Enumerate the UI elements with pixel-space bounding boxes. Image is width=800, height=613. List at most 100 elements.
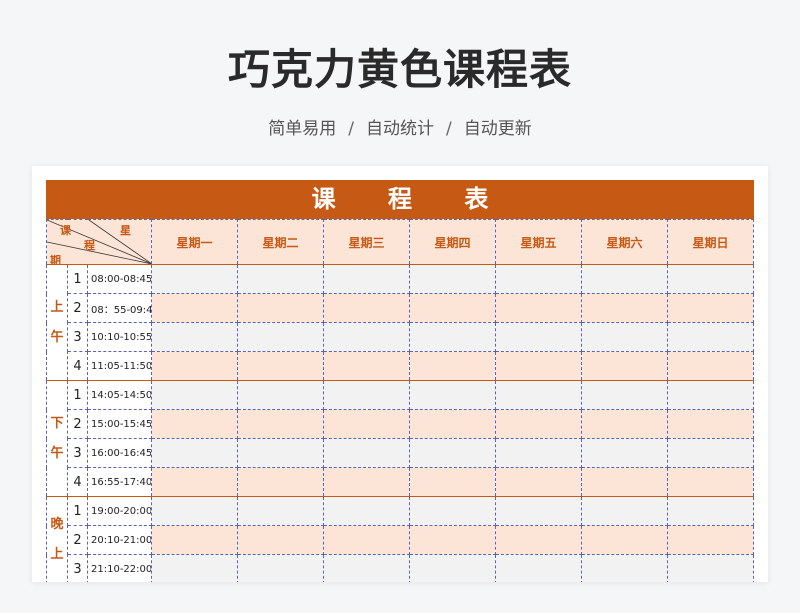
schedule-cell[interactable] (409, 438, 497, 468)
period-label: 下午 (46, 380, 68, 497)
schedule-cell[interactable] (323, 322, 411, 352)
schedule-cell[interactable] (667, 554, 754, 582)
schedule-cell[interactable] (237, 264, 325, 294)
schedule-cell[interactable] (495, 467, 583, 497)
schedule-cell[interactable] (495, 351, 583, 381)
subtitle-separator: / (446, 119, 452, 139)
schedule-cell[interactable] (667, 380, 754, 410)
lesson-time: 08:00-08:45 (86, 264, 153, 294)
lesson-index: 2 (67, 525, 88, 555)
schedule-cell[interactable] (581, 467, 669, 497)
schedule-cell[interactable] (151, 264, 239, 294)
lesson-time: 08：55-09:40 (86, 293, 153, 323)
schedule-cell[interactable] (151, 496, 239, 526)
schedule-cell[interactable] (323, 467, 411, 497)
timetable-sheet: 课 程 表 课 程 星 期 星期一 星期二 星期三 星期四 星期五 星期六 星期… (46, 180, 754, 582)
schedule-cell[interactable] (667, 409, 754, 439)
subtitle-item-update: 自动更新 (463, 119, 532, 139)
corner-label-cheng: 程 (84, 239, 95, 252)
lesson-index: 3 (67, 438, 88, 468)
lesson-time: 19:00-20:00 (86, 496, 153, 526)
schedule-cell[interactable] (237, 554, 325, 582)
schedule-cell[interactable] (581, 322, 669, 352)
schedule-cell[interactable] (581, 496, 669, 526)
schedule-cell[interactable] (237, 496, 325, 526)
schedule-cell[interactable] (581, 351, 669, 381)
table-row: 208：55-09:40 (47, 293, 754, 323)
schedule-cell[interactable] (237, 525, 325, 555)
schedule-cell[interactable] (409, 293, 497, 323)
schedule-cell[interactable] (581, 409, 669, 439)
schedule-cell[interactable] (151, 293, 239, 323)
period-label: 上午 (46, 264, 68, 381)
schedule-cell[interactable] (323, 351, 411, 381)
schedule-cell[interactable] (237, 322, 325, 352)
lesson-index: 4 (67, 351, 88, 381)
schedule-cell[interactable] (409, 554, 497, 582)
schedule-cell[interactable] (323, 380, 411, 410)
table-row: 3 21:10-22:00 (47, 554, 754, 582)
day-header-3: 星期三 (323, 219, 411, 265)
schedule-cell[interactable] (581, 264, 669, 294)
table-row: 晚上 1 19:00-20:00 (46, 496, 754, 582)
schedule-cell[interactable] (323, 293, 411, 323)
schedule-cell[interactable] (409, 264, 497, 294)
schedule-cell[interactable] (495, 322, 583, 352)
lesson-time: 16:55-17:40 (86, 467, 153, 497)
schedule-cell[interactable] (237, 409, 325, 439)
schedule-cell[interactable] (151, 525, 239, 555)
schedule-cell[interactable] (581, 293, 669, 323)
schedule-cell[interactable] (151, 351, 239, 381)
lesson-index: 1 (67, 264, 88, 294)
schedule-cell[interactable] (237, 380, 325, 410)
schedule-cell[interactable] (495, 380, 583, 410)
schedule-cell[interactable] (409, 467, 497, 497)
schedule-cell[interactable] (237, 293, 325, 323)
schedule-cell[interactable] (323, 554, 411, 582)
table-row: 4 11:05-11:50 (47, 351, 754, 381)
schedule-cell[interactable] (495, 525, 583, 555)
timetable-grid: 课 程 星 期 星期一 星期二 星期三 星期四 星期五 星期六 星期日 上午 1 08:00-0… (46, 219, 754, 582)
schedule-cell[interactable] (237, 438, 325, 468)
schedule-cell[interactable] (151, 409, 239, 439)
schedule-cell[interactable] (409, 496, 497, 526)
schedule-cell[interactable] (581, 554, 669, 582)
schedule-cell[interactable] (323, 496, 411, 526)
schedule-cell[interactable] (151, 467, 239, 497)
schedule-cell[interactable] (495, 496, 583, 526)
schedule-cell[interactable] (495, 554, 583, 582)
schedule-cell[interactable] (495, 293, 583, 323)
schedule-cell[interactable] (667, 351, 754, 381)
schedule-cell[interactable] (409, 351, 497, 381)
schedule-cell[interactable] (581, 525, 669, 555)
schedule-cell[interactable] (151, 438, 239, 468)
schedule-cell[interactable] (667, 293, 754, 323)
schedule-cell[interactable] (581, 438, 669, 468)
day-header-row: 课 程 星 期 星期一 星期二 星期三 星期四 星期五 星期六 星期日 (46, 219, 754, 265)
schedule-cell[interactable] (667, 467, 754, 497)
schedule-cell[interactable] (237, 351, 325, 381)
schedule-cell[interactable] (323, 525, 411, 555)
schedule-cell[interactable] (237, 467, 325, 497)
schedule-cell[interactable] (323, 409, 411, 439)
schedule-cell[interactable] (667, 496, 754, 526)
schedule-cell[interactable] (151, 380, 239, 410)
schedule-cell[interactable] (495, 409, 583, 439)
schedule-cell[interactable] (151, 322, 239, 352)
table-row: 3 16:00-16:45 (47, 438, 754, 468)
subtitle-item-stats: 自动统计 (366, 119, 434, 139)
schedule-cell[interactable] (409, 322, 497, 352)
schedule-cell[interactable] (409, 380, 497, 410)
schedule-cell[interactable] (409, 525, 497, 555)
schedule-cell[interactable] (667, 525, 754, 555)
schedule-cell[interactable] (667, 322, 754, 352)
schedule-cell[interactable] (495, 264, 583, 294)
schedule-cell[interactable] (495, 438, 583, 468)
schedule-cell[interactable] (409, 409, 497, 439)
schedule-cell[interactable] (581, 380, 669, 410)
schedule-cell[interactable] (323, 264, 411, 294)
schedule-cell[interactable] (667, 264, 754, 294)
schedule-cell[interactable] (151, 554, 239, 582)
schedule-cell[interactable] (323, 438, 411, 468)
schedule-cell[interactable] (667, 438, 754, 468)
